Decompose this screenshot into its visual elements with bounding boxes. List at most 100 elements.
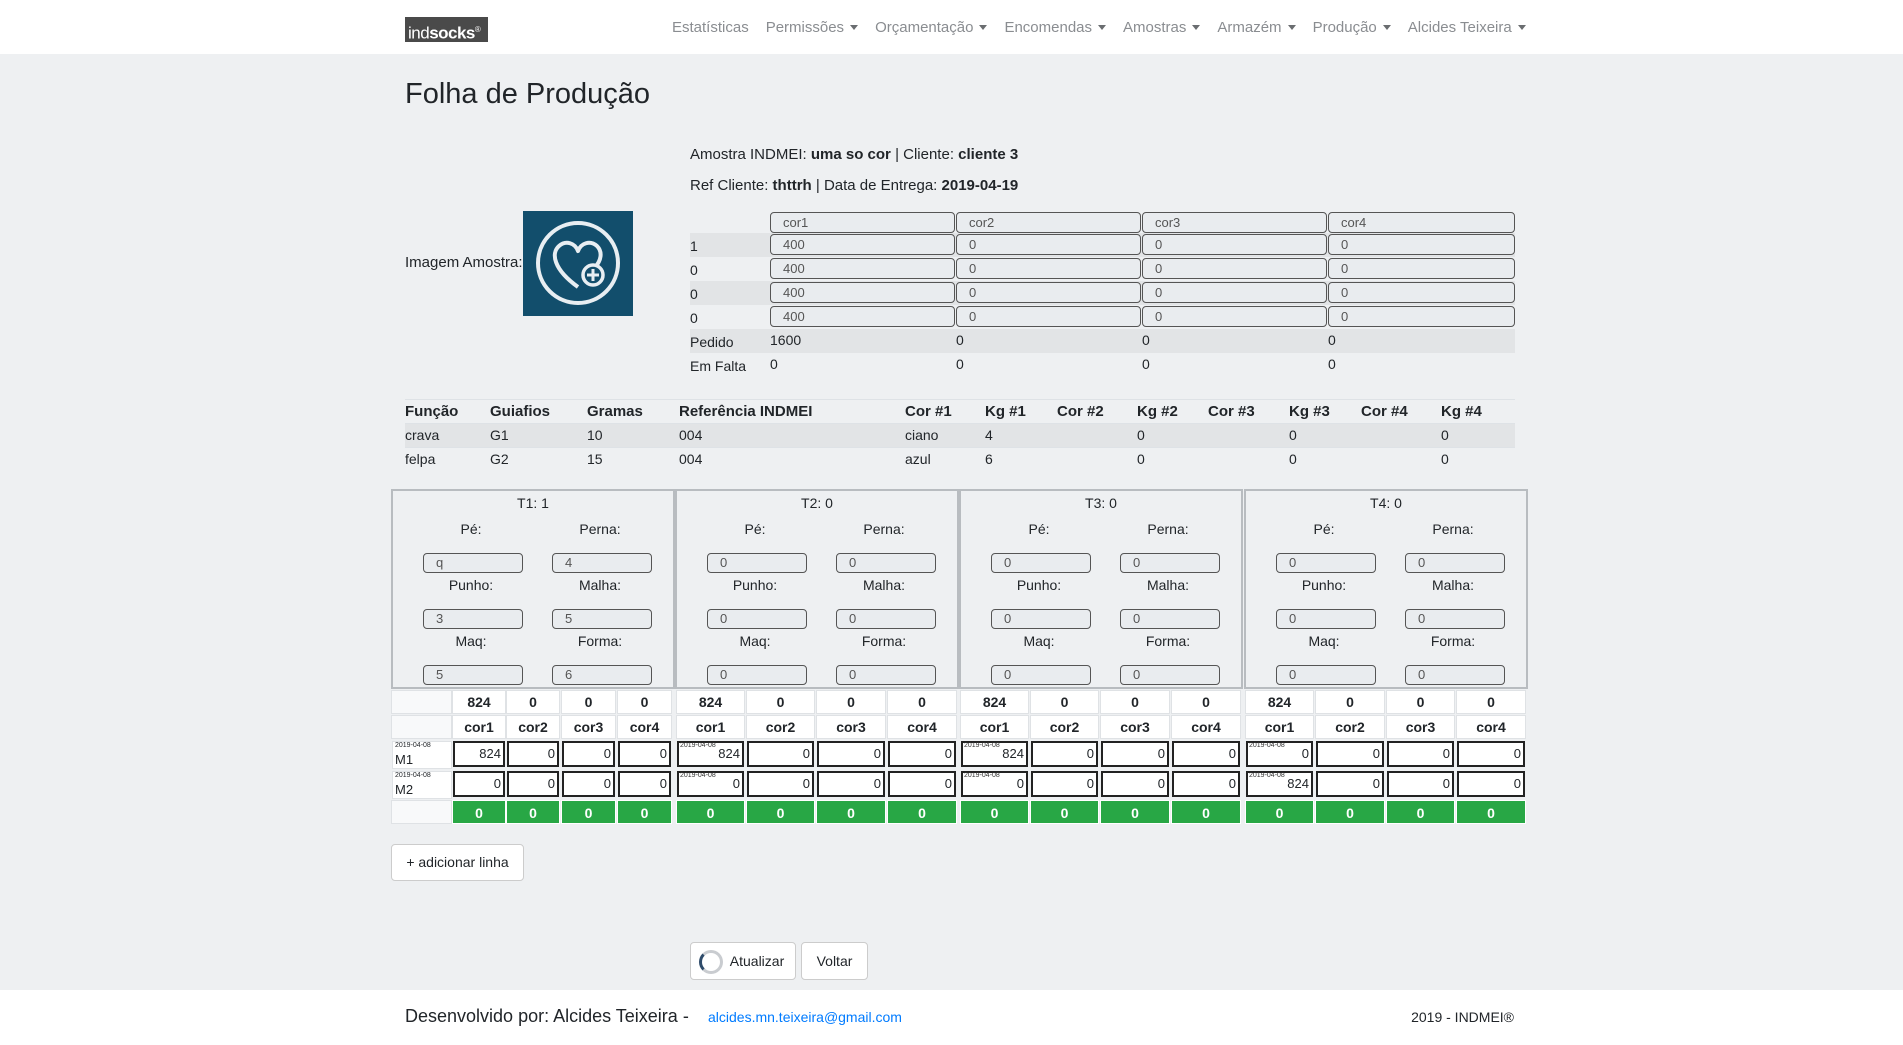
production-input[interactable]: 0 [1316,741,1384,767]
production-input[interactable]: 0 [618,741,671,767]
forma-input[interactable]: 0 [836,665,936,685]
color-qty-input[interactable]: 0 [1328,234,1515,255]
production-input[interactable]: 2019-04-08 824 [1246,771,1313,797]
pe-input[interactable]: 0 [1276,553,1376,573]
production-input[interactable]: 0 [747,741,814,767]
footer-email-link[interactable]: alcides.mn.teixeira@gmail.com [708,1009,902,1025]
brand-logo[interactable]: indsocks® [405,17,488,43]
caret-down-icon [1287,24,1296,30]
production-input[interactable]: 0 [618,771,671,797]
color-qty-input[interactable]: 400 [770,306,955,327]
perna-input[interactable]: 0 [836,553,936,573]
production-input[interactable]: 0 [1457,741,1525,767]
malha-input[interactable]: 5 [552,609,652,629]
color-qty-input[interactable]: 0 [1328,282,1515,303]
cell-gramas: 15 [587,451,603,467]
perna-input[interactable]: 4 [552,553,652,573]
color-qty-input[interactable]: 0 [956,234,1141,255]
color-qty-input[interactable]: 0 [1328,258,1515,279]
production-input[interactable]: 0 [1316,771,1384,797]
production-input[interactable]: 0 [1031,741,1098,767]
production-input[interactable]: 824 [453,741,505,767]
color-header-cell: cor1 [452,715,506,739]
maq-input[interactable]: 0 [1276,665,1376,685]
production-input[interactable]: 0 [1387,771,1454,797]
production-input[interactable]: 2019-04-08 0 [677,771,744,797]
punho-input[interactable]: 3 [423,609,523,629]
production-input[interactable]: 0 [888,741,956,767]
production-value: 0 [1513,746,1521,761]
production-input[interactable]: 2019-04-08 0 [961,771,1028,797]
forma-input[interactable]: 6 [552,665,652,685]
production-input[interactable]: 0 [1172,771,1240,797]
maq-input[interactable]: 0 [707,665,807,685]
row-label: 1 [690,238,698,254]
nav-item-amostras[interactable]: Amostras [1123,19,1201,36]
production-value: 824 [718,746,740,761]
color-qty-input[interactable]: 0 [1142,306,1327,327]
back-button[interactable]: Voltar [801,942,868,980]
production-input[interactable]: 0 [817,771,885,797]
production-input[interactable]: 0 [1101,741,1169,767]
production-input[interactable]: 0 [1457,771,1525,797]
production-input[interactable]: 0 [817,741,885,767]
pe-input[interactable]: 0 [707,553,807,573]
nav-item-estatisticas[interactable]: Estatísticas [672,19,749,36]
production-input[interactable]: 2019-04-08 824 [961,741,1028,767]
production-input[interactable]: 2019-04-08 0 [1246,741,1313,767]
production-input[interactable]: 0 [888,771,956,797]
perna-input[interactable]: 0 [1120,553,1220,573]
color-qty-input[interactable]: 0 [956,258,1141,279]
cell-guiafios: G2 [490,451,509,467]
pe-input[interactable]: q [423,553,523,573]
punho-input[interactable]: 0 [1276,609,1376,629]
brand-prefix: ind [408,23,430,43]
production-input[interactable]: 2019-04-08 824 [677,741,744,767]
malha-input[interactable]: 0 [1405,609,1505,629]
punho-input[interactable]: 0 [707,609,807,629]
punho-input[interactable]: 0 [991,609,1091,629]
color-qty-input[interactable]: 0 [1142,282,1327,303]
nav-item-orcamentacao[interactable]: Orçamentação [875,19,988,36]
field-label-pe: Pé: [1028,521,1050,537]
pe-input[interactable]: 0 [991,553,1091,573]
maq-input[interactable]: 5 [423,665,523,685]
field-label-malha: Malha: [578,577,622,593]
color-qty-input[interactable]: 0 [1328,306,1515,327]
production-input[interactable]: 0 [562,741,615,767]
production-input[interactable]: 0 [1387,741,1454,767]
update-button[interactable]: Atualizar [690,942,796,980]
footer: Desenvolvido por: Alcides Teixeira - alc… [0,990,1903,1045]
pedido-value: 0 [1142,332,1150,348]
production-input[interactable]: 0 [507,771,559,797]
production-input[interactable]: 0 [453,771,505,797]
malha-input[interactable]: 0 [836,609,936,629]
color-qty-input[interactable]: 0 [956,282,1141,303]
production-input[interactable]: 0 [747,771,814,797]
nav-item-armazem[interactable]: Armazém [1217,19,1296,36]
production-input[interactable]: 0 [1101,771,1169,797]
color-qty-input[interactable]: 400 [770,282,955,303]
color-qty-input[interactable]: 0 [1142,258,1327,279]
nav-item-user[interactable]: Alcides Teixeira [1408,19,1526,36]
nav-item-permissoes[interactable]: Permissões [766,19,859,36]
malha-input[interactable]: 0 [1120,609,1220,629]
nav-item-producao[interactable]: Produção [1313,19,1391,36]
color-qty-input[interactable]: 400 [770,258,955,279]
forma-input[interactable]: 0 [1405,665,1505,685]
production-input[interactable]: 0 [507,741,559,767]
color-qty-input[interactable]: 0 [1142,234,1327,255]
forma-input[interactable]: 0 [1120,665,1220,685]
add-line-button[interactable]: + adicionar linha [391,844,524,881]
color-qty-input[interactable]: 0 [956,306,1141,327]
production-input[interactable]: 0 [1031,771,1098,797]
production-input[interactable]: 0 [1172,741,1240,767]
color-qty-input[interactable]: 400 [770,234,955,255]
em-falta-label: Em Falta [690,358,747,374]
production-input[interactable]: 0 [562,771,615,797]
production-value: 0 [603,746,611,761]
maq-input[interactable]: 0 [991,665,1091,685]
perna-input[interactable]: 0 [1405,553,1505,573]
color-header-cell: cor1 [1245,715,1314,739]
nav-item-encomendas[interactable]: Encomendas [1004,19,1107,36]
